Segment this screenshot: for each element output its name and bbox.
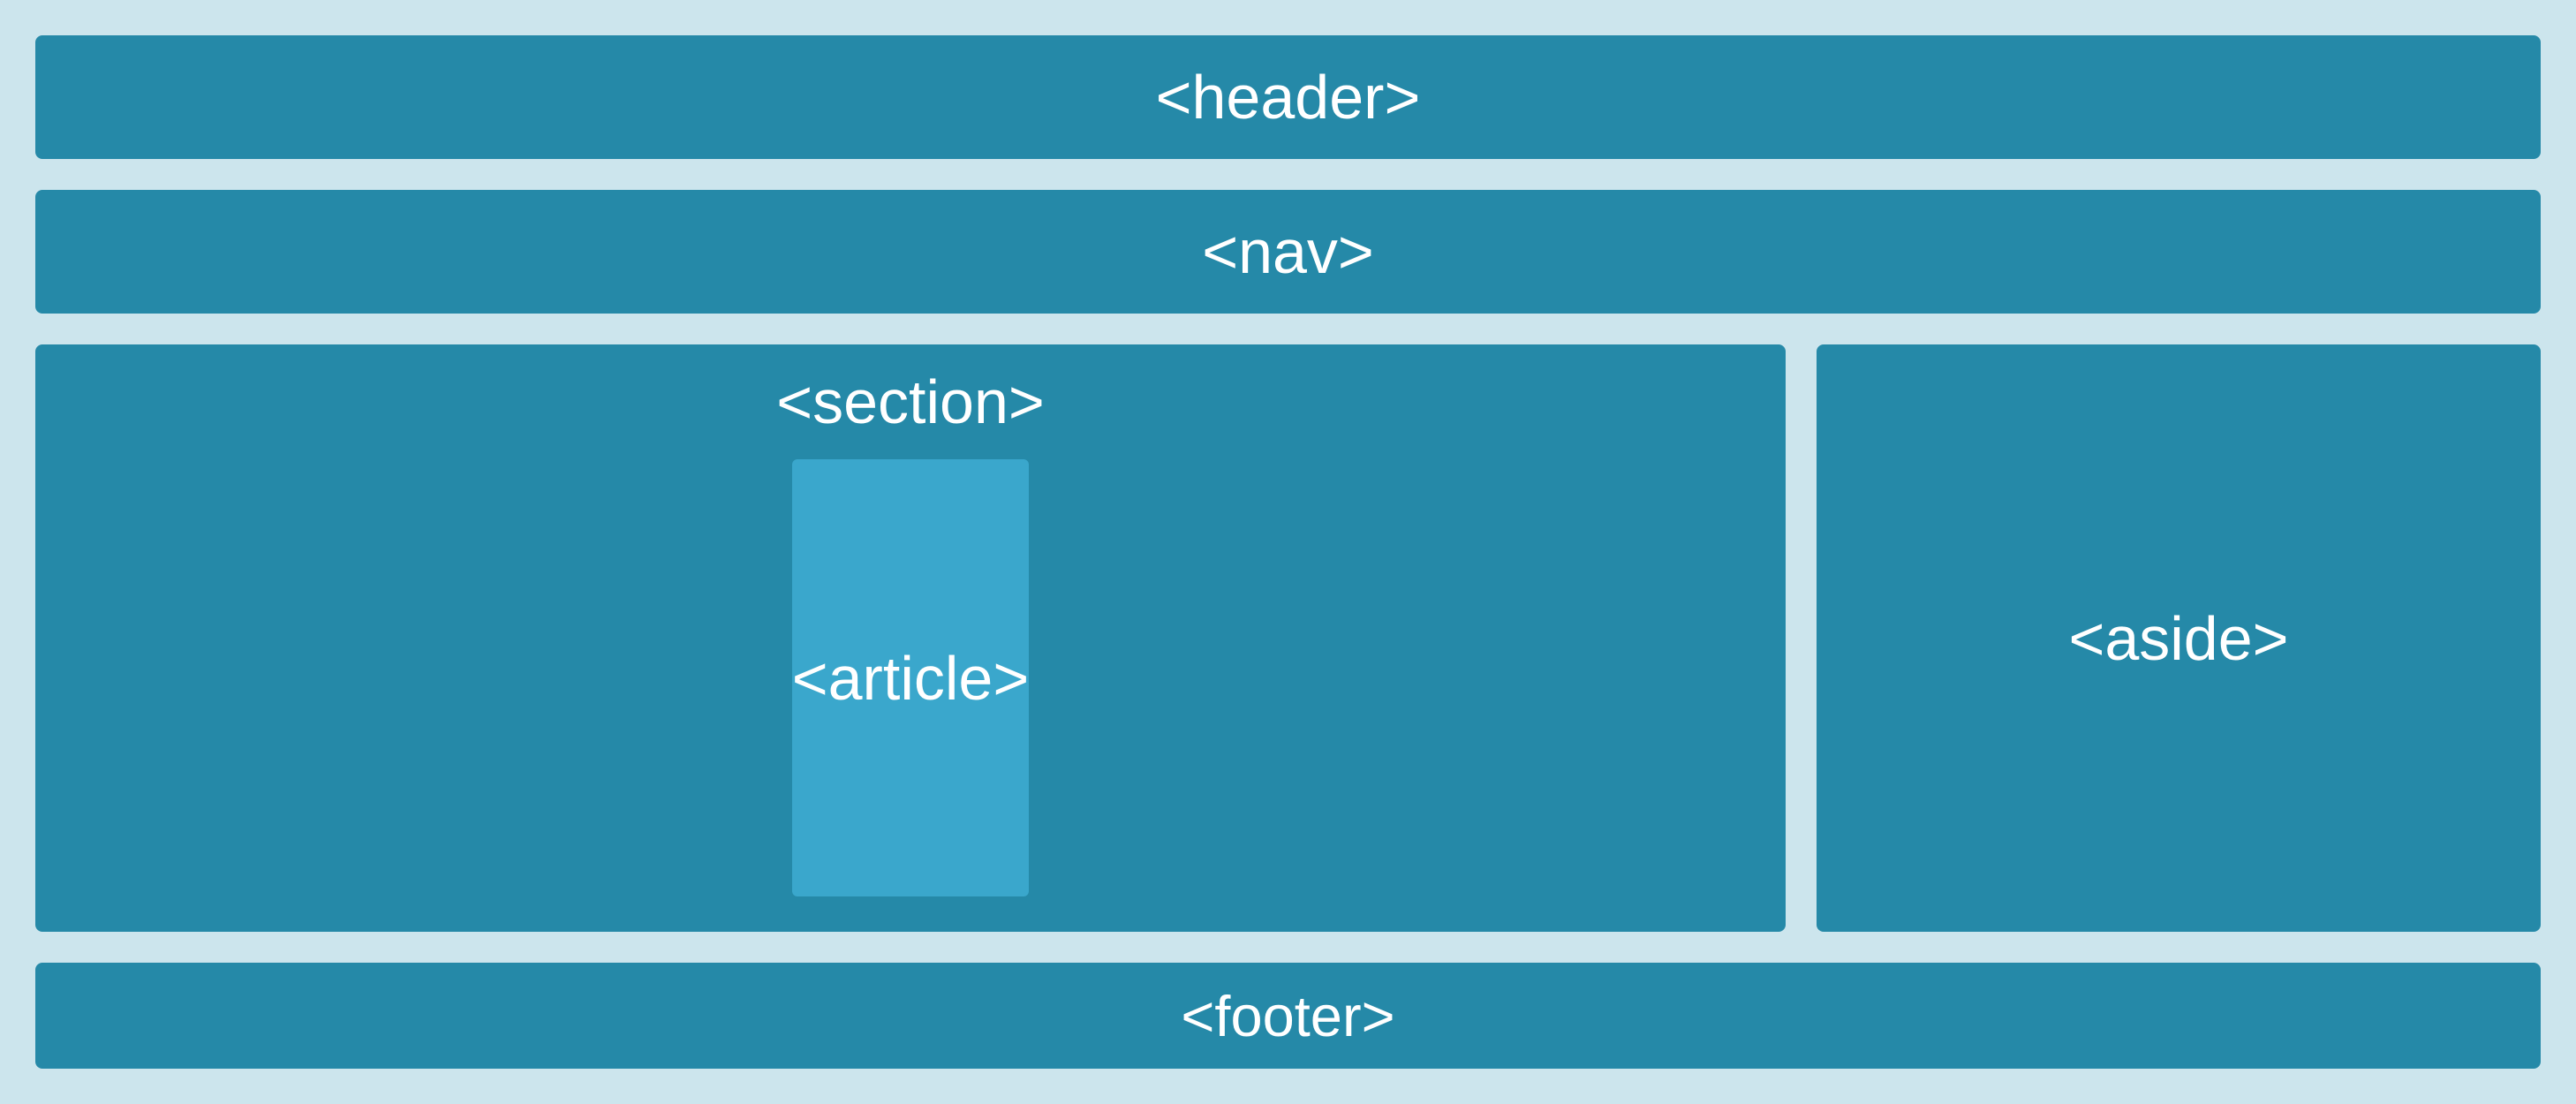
aside-label: <aside> xyxy=(2068,603,2288,674)
aside-element-block: <aside> xyxy=(1817,344,2541,932)
section-label: <section> xyxy=(776,367,1045,437)
nav-element-block: <nav> xyxy=(35,190,2541,314)
header-element-block: <header> xyxy=(35,35,2541,159)
article-element-block: <article> xyxy=(792,459,1029,896)
middle-row: <section> <article> <aside> xyxy=(35,344,2541,932)
footer-label: <footer> xyxy=(1181,983,1394,1049)
header-label: <header> xyxy=(1156,62,1421,132)
section-element-block: <section> <article> xyxy=(35,344,1786,932)
article-label: <article> xyxy=(792,643,1029,714)
footer-element-block: <footer> xyxy=(35,963,2541,1069)
nav-label: <nav> xyxy=(1202,216,1374,287)
